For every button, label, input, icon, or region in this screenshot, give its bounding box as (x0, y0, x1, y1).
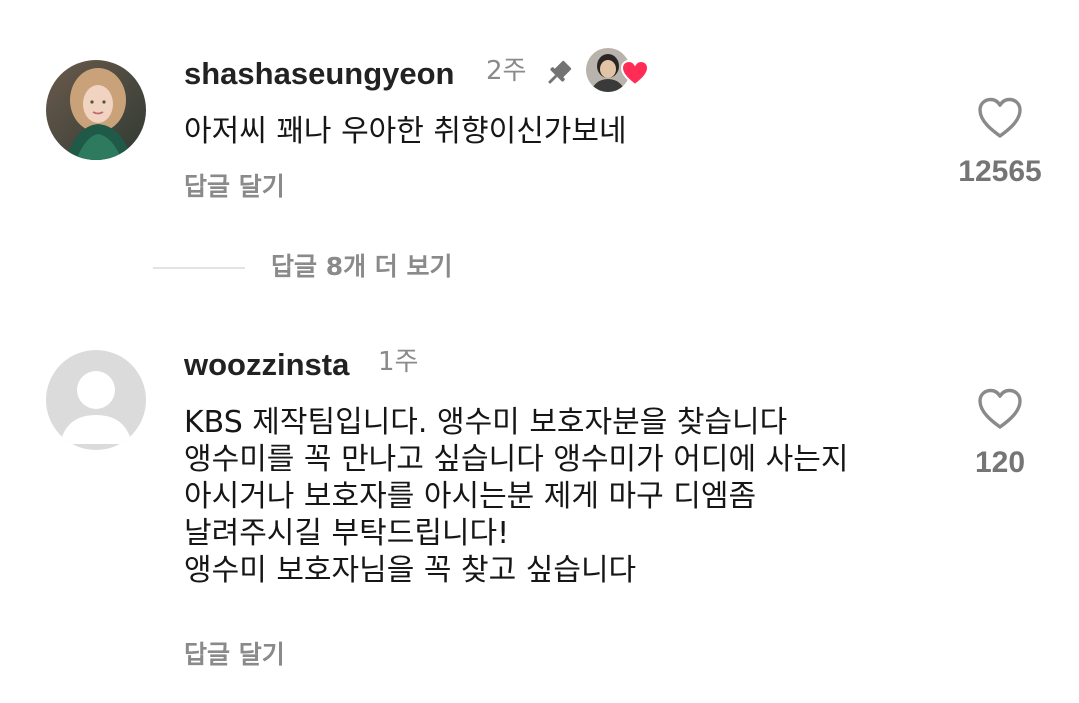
pin-icon (542, 56, 576, 90)
comment-line: 앵수미를 꼭 만나고 싶습니다 앵수미가 어디에 사는지 (184, 442, 849, 477)
comment-line: 아저씨 꽤나 우아한 취향이신가보네 (184, 114, 627, 149)
comment-line: KBS 제작팀입니다. 앵수미 보호자분을 찾습니다 (184, 405, 788, 440)
comment-timestamp: 2주 (486, 56, 527, 86)
comment-item: shashaseungyeon 2주 아저씨 꽤나 우아한 취향이신가보네 답글… (0, 0, 1079, 248)
comment-line: 아시거나 보호자를 아시는분 제게 마구 디엠좀 (184, 479, 757, 514)
comment-text: KBS 제작팀입니다. 앵수미 보호자분을 찾습니다 앵수미를 꼭 만나고 싶습… (184, 404, 848, 589)
comment-line: 앵수미 보호자님을 꼭 찾고 싶습니다 (184, 553, 637, 588)
divider (153, 267, 245, 269)
comment-timestamp: 1주 (378, 347, 419, 377)
avatar[interactable] (46, 60, 146, 160)
like-count: 120 (974, 446, 1026, 479)
like-count: 12565 (958, 155, 1042, 188)
default-avatar-icon[interactable] (46, 350, 146, 450)
comment-item: woozzinsta 1주 KBS 제작팀입니다. 앵수미 보호자분을 찾습니다… (0, 320, 1079, 703)
heart-outline-icon[interactable] (976, 387, 1024, 431)
comment-username[interactable]: woozzinsta (184, 349, 349, 380)
view-more-replies[interactable]: 답글 8개 더 보기 (0, 248, 1079, 288)
comment-line: 날려주시길 부탁드립니다! (184, 516, 510, 551)
comment-text: 아저씨 꽤나 우아한 취향이신가보네 (184, 113, 627, 150)
reply-button[interactable]: 답글 달기 (184, 642, 285, 667)
heart-badge-icon (620, 59, 650, 87)
comment-username[interactable]: shashaseungyeon (184, 58, 454, 89)
user-photo (46, 60, 146, 160)
heart-outline-icon[interactable] (976, 96, 1024, 140)
reply-button[interactable]: 답글 달기 (184, 174, 285, 199)
view-more-replies-label[interactable]: 답글 8개 더 보기 (271, 254, 453, 279)
